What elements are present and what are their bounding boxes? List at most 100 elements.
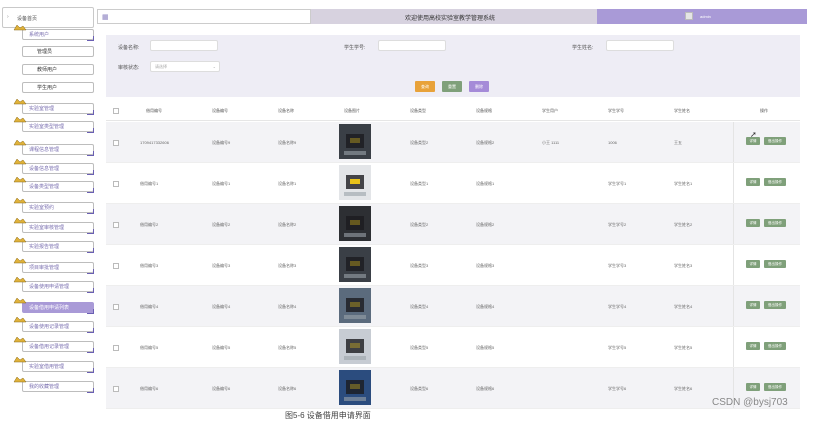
detail-button[interactable]: 详情 [746,178,760,186]
device-image[interactable] [339,165,371,200]
corner-decoration [87,128,94,133]
table-cell-spec: 设备规格2 [476,222,495,227]
row-actions: 详情 借出操作 [733,204,801,244]
sidebar-item[interactable]: 学生用户 [22,82,94,93]
device-image[interactable] [339,288,371,323]
corner-decoration [87,110,94,115]
sidebar-item[interactable]: 设备使用记录管理 [13,316,94,333]
sidebar-item[interactable]: 项目审批管理 [13,257,94,274]
table-row[interactable]: 借用编号5 设备编号5 设备名称5 设备类型5 设备规格5 学生学号5 学生姓名5 详情 借出操… [106,327,800,368]
borrow-button[interactable]: 借出操作 [764,383,786,391]
table-row[interactable]: 借用编号3 设备编号3 设备名称3 设备类型3 设备规格3 学生学号3 学生姓名3 详情 借出操… [106,245,800,286]
row-checkbox[interactable] [113,304,119,310]
table-cell-dev-no: 设备编号4 [212,304,231,309]
row-checkbox[interactable] [113,263,119,269]
table-cell-stu-name: 王五 [674,140,682,145]
device-name-input[interactable] [150,40,218,51]
sidebar-item[interactable]: 实验室管理 [13,98,94,115]
user-menu[interactable]: admin [597,9,807,24]
corner-decoration [87,36,94,41]
table-cell-dev-no: 设备编号5 [212,345,231,350]
row-checkbox[interactable] [113,140,119,146]
student-no-input[interactable] [378,40,446,51]
detail-button[interactable]: 详情 [746,301,760,309]
row-checkbox[interactable] [113,386,119,392]
table-row[interactable]: 1709417332606 设备编号9 设备名称9 设备类型2 设备规格2 小王 1111… [106,122,800,163]
borrow-button[interactable]: 借出操作 [764,342,786,350]
table-cell-dev-no: 设备编号3 [212,263,231,268]
row-checkbox[interactable] [113,222,119,228]
folder-icon [13,116,27,123]
device-image[interactable] [339,206,371,241]
sidebar-item-label: 实验室预约 [29,205,55,211]
audit-status-select[interactable]: 请选择 ⌄ [150,61,220,72]
student-no-label: 学生学号: [344,45,366,51]
row-checkbox[interactable] [113,345,119,351]
corner-decoration [87,209,94,214]
row-checkbox[interactable] [113,181,119,187]
sidebar-item[interactable]: 管理员 [22,46,94,57]
reset-button[interactable]: 重置 [442,81,462,92]
select-all-checkbox[interactable] [113,108,119,114]
device-image[interactable] [339,124,371,159]
borrow-button[interactable]: 借出操作 [764,301,786,309]
mouse-cursor-icon: ➚ [750,130,757,139]
sidebar-item[interactable]: 设备借用申请列表 [13,297,94,314]
corner-decoration [87,328,94,333]
column-header: 操作 [760,108,768,113]
sidebar-item[interactable]: 实验室类型管理 [13,116,94,133]
folder-icon [13,336,27,343]
borrow-button[interactable]: 借出操作 [764,260,786,268]
sidebar-item[interactable]: 设备信息管理 [13,158,94,175]
corner-decoration [87,348,94,353]
sidebar-item[interactable]: 课程信息管理 [13,139,94,156]
borrow-button[interactable]: 借出操作 [764,219,786,227]
header: ▦ 欢迎使用高校实验室教学管理系统 admin [97,9,807,24]
table-cell-dev-name: 设备名称9 [278,140,297,145]
student-name-input[interactable] [606,40,674,51]
folder-icon [13,356,27,363]
table-cell-no: 借用编号1 [140,181,159,186]
table-row[interactable]: 借用编号2 设备编号2 设备名称2 设备类型2 设备规格2 学生学号2 学生姓名2 详情 借出操… [106,204,800,245]
device-image[interactable] [339,247,371,282]
menu-toggle[interactable]: ▦ [97,9,311,24]
detail-button[interactable]: 详情 [746,219,760,227]
folder-icon [13,257,27,264]
column-header: 学生用户 [542,108,558,113]
sidebar-item[interactable]: 实验室借用管理 [13,356,94,373]
detail-button[interactable]: 详情 [746,383,760,391]
borrow-button[interactable]: 借出操作 [764,178,786,186]
detail-button[interactable]: 详情 [746,342,760,350]
table-cell-stu-name: 学生姓名5 [674,345,693,350]
table-cell-no: 1709417332606 [140,140,169,145]
sidebar-item[interactable]: 设备借用记录管理 [13,336,94,353]
corner-decoration [87,229,94,234]
sidebar-item[interactable]: 设备类型管理 [13,176,94,193]
table-cell-type: 设备类型5 [410,345,429,350]
corner-decoration [87,269,94,274]
column-header: 设备名称 [278,108,294,113]
device-image[interactable] [339,329,371,364]
row-actions: 详情 借出操作 [733,163,801,203]
query-button[interactable]: 查询 [415,81,435,92]
table-cell-no: 借用编号4 [140,304,159,309]
table-cell-no: 借用编号5 [140,345,159,350]
sidebar-item[interactable]: 系统用户 [13,24,94,41]
sidebar-item[interactable]: 我的收藏管理 [13,376,94,393]
borrow-button[interactable]: 借出操作 [764,137,786,145]
detail-button[interactable]: 详情 [746,260,760,268]
table-row[interactable]: 借用编号6 设备编号6 设备名称6 设备类型6 设备规格6 学生学号6 学生姓名6 详情 借出操… [106,368,800,409]
sidebar-item[interactable]: 实验报告管理 [13,236,94,253]
sidebar-item[interactable]: 实验室审核管理 [13,217,94,234]
table-row[interactable]: 借用编号1 设备编号1 设备名称1 设备类型1 设备规格1 学生学号1 学生姓名1 详情 借出操… [106,163,800,204]
sidebar-item[interactable]: 实验室预约 [13,197,94,214]
table-row[interactable]: 借用编号4 设备编号4 设备名称4 设备类型4 设备规格4 学生学号4 学生姓名4 详情 借出操… [106,286,800,327]
delete-button[interactable]: 删除 [469,81,489,92]
sidebar-item-label: 实验室审核管理 [29,225,65,231]
device-image[interactable] [339,370,371,405]
sidebar-item[interactable]: 设备使用申请管理 [13,276,94,293]
table-cell-no: 借用编号2 [140,222,159,227]
column-header: 设备类型 [410,108,426,113]
table-cell-dev-name: 设备名称5 [278,345,297,350]
sidebar-item[interactable]: 教师用户 [22,64,94,75]
